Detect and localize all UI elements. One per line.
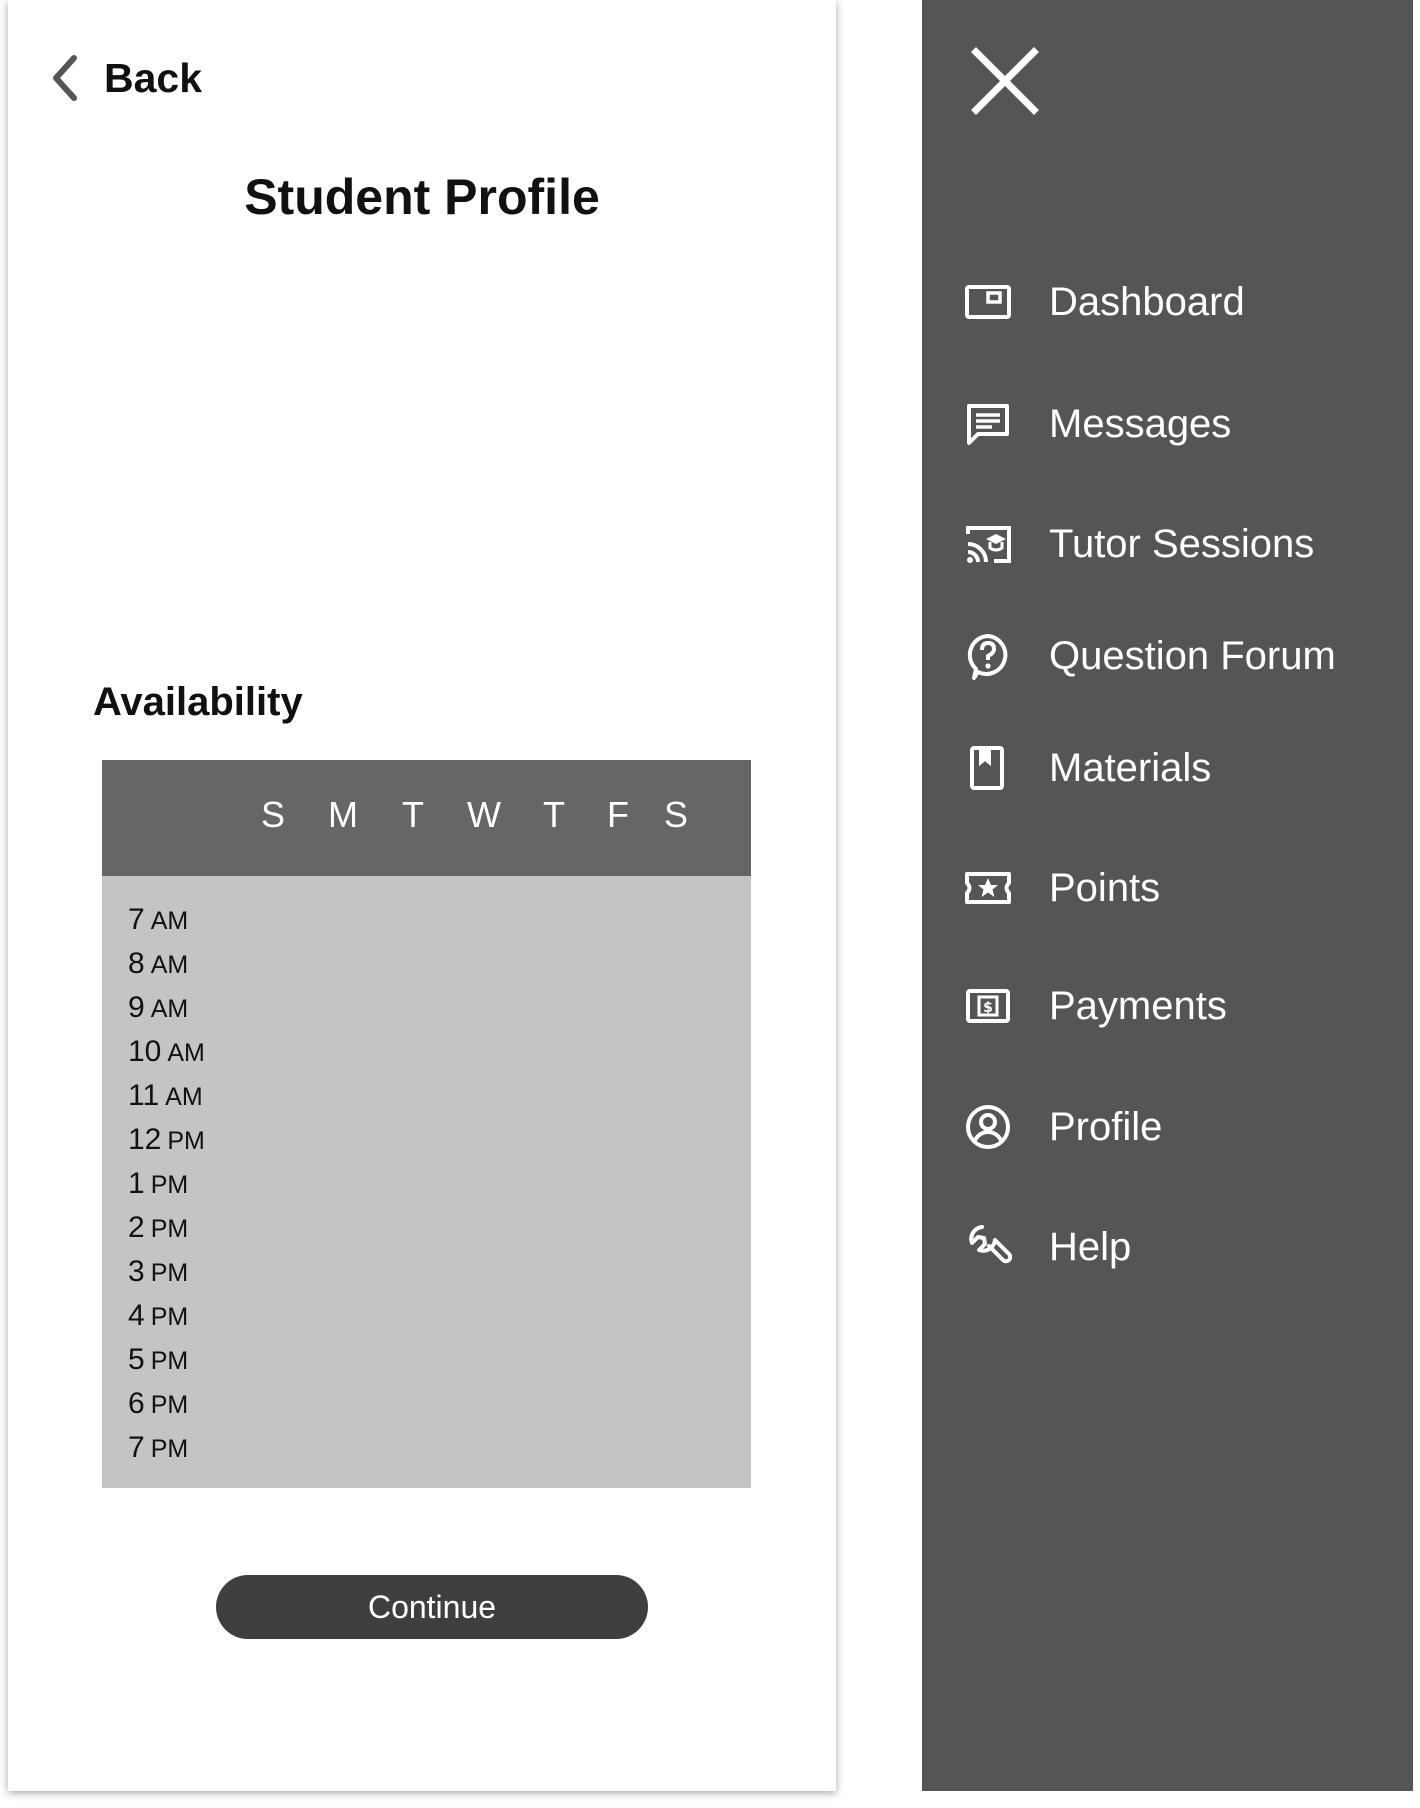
- time-period: PM: [150, 1435, 189, 1463]
- time-slot: 7 PM: [128, 1426, 205, 1470]
- time-slot: 5 PM: [128, 1338, 205, 1382]
- menu-item-dashboard[interactable]: Dashboard: [962, 272, 1392, 332]
- time-period: PM: [150, 1391, 189, 1419]
- time-period: AM: [150, 951, 189, 979]
- time-hour: 9: [128, 991, 145, 1024]
- payments-icon: $: [962, 980, 1014, 1032]
- materials-icon: [962, 742, 1014, 794]
- back-button[interactable]: Back: [46, 48, 202, 108]
- time-period: PM: [150, 1347, 189, 1375]
- day-thursday: T: [543, 794, 565, 835]
- time-hour: 12: [128, 1123, 162, 1156]
- time-slot: 1 PM: [128, 1162, 205, 1206]
- time-slot: 7 AM: [128, 898, 205, 942]
- time-hour: 3: [128, 1255, 145, 1288]
- time-period: AM: [150, 995, 189, 1023]
- menu-item-label: Materials: [1049, 745, 1212, 790]
- time-slot: 8 AM: [128, 942, 205, 986]
- back-label: Back: [104, 54, 203, 101]
- student-profile-screen: Back Student Profile Availability S M T …: [8, 0, 836, 1791]
- day-tuesday: T: [402, 794, 424, 835]
- menu-item-label: Profile: [1049, 1104, 1163, 1149]
- close-icon[interactable]: [970, 46, 1040, 116]
- menu-item-label: Tutor Sessions: [1049, 521, 1315, 566]
- time-period: PM: [150, 1215, 189, 1243]
- menu-item-messages[interactable]: Messages: [962, 394, 1392, 454]
- time-period: PM: [150, 1303, 189, 1331]
- menu-item-materials[interactable]: Materials: [962, 738, 1392, 798]
- time-slot: 2 PM: [128, 1206, 205, 1250]
- time-hour: 8: [128, 947, 145, 980]
- points-icon: [962, 862, 1014, 914]
- time-slot-list: 7 AM 8 AM 9 AM 10 AM 11 AM 12 PM 1 PM 2 PM 3 PM 4…: [128, 898, 205, 1470]
- time-hour: 4: [128, 1299, 145, 1332]
- time-slot: 3 PM: [128, 1250, 205, 1294]
- availability-title: Availability: [93, 680, 303, 724]
- time-hour: 7: [128, 1431, 145, 1464]
- menu-item-label: Dashboard: [1049, 279, 1245, 324]
- svg-text:$: $: [983, 1000, 993, 1016]
- menu-item-label: Question Forum: [1049, 633, 1336, 678]
- time-hour: 5: [128, 1343, 145, 1376]
- time-slot: 4 PM: [128, 1294, 205, 1338]
- time-period: PM: [150, 1171, 189, 1199]
- time-hour: 10: [128, 1035, 162, 1068]
- time-slot: 12 PM: [128, 1118, 205, 1162]
- menu-item-help[interactable]: Help: [962, 1217, 1392, 1277]
- time-period: PM: [167, 1127, 205, 1155]
- time-slot: 9 AM: [128, 986, 205, 1030]
- time-hour: 6: [128, 1387, 145, 1420]
- messages-icon: [962, 398, 1014, 450]
- dashboard-icon: [962, 276, 1014, 328]
- menu-item-payments[interactable]: $ Payments: [962, 976, 1392, 1036]
- time-period: AM: [165, 1083, 203, 1111]
- menu-item-points[interactable]: Points: [962, 858, 1392, 918]
- help-icon: [962, 1221, 1014, 1273]
- time-slot: 10 AM: [128, 1030, 205, 1074]
- day-saturday: S: [663, 794, 688, 835]
- menu-item-tutor-sessions[interactable]: Tutor Sessions: [962, 514, 1392, 574]
- time-hour: 11: [128, 1079, 160, 1112]
- day-sunday: S: [260, 794, 285, 835]
- availability-day-header: S M T W T F S: [102, 760, 751, 876]
- time-period: PM: [150, 1259, 189, 1287]
- chevron-left-icon: [53, 55, 77, 101]
- time-hour: 1: [128, 1167, 145, 1200]
- menu-item-label: Messages: [1049, 401, 1232, 446]
- page-title: Student Profile: [244, 169, 600, 225]
- day-monday: M: [328, 794, 358, 835]
- menu-item-question-forum[interactable]: Question Forum: [962, 626, 1392, 686]
- menu-item-label: Payments: [1049, 983, 1227, 1028]
- navigation-drawer: Dashboard Messages Tutor Sessions Questi…: [922, 0, 1413, 1791]
- profile-icon: [962, 1101, 1014, 1153]
- time-hour: 2: [128, 1211, 145, 1244]
- tutor-sessions-icon: [962, 518, 1014, 570]
- menu-item-profile[interactable]: Profile: [962, 1097, 1392, 1157]
- time-hour: 7: [128, 903, 145, 936]
- menu-item-label: Points: [1049, 865, 1161, 910]
- continue-button[interactable]: Continue: [216, 1575, 648, 1639]
- menu-item-label: Help: [1049, 1224, 1132, 1269]
- time-period: AM: [150, 907, 189, 935]
- day-friday: F: [607, 794, 629, 835]
- day-wednesday: W: [467, 794, 501, 835]
- time-slot: 11 AM: [128, 1074, 205, 1118]
- question-forum-icon: [962, 630, 1014, 682]
- time-slot: 6 PM: [128, 1382, 205, 1426]
- availability-grid[interactable]: S M T W T F S 7 AM 8 AM 9 AM 10 AM 11 AM 12 PM…: [102, 760, 751, 1488]
- time-period: AM: [167, 1039, 205, 1067]
